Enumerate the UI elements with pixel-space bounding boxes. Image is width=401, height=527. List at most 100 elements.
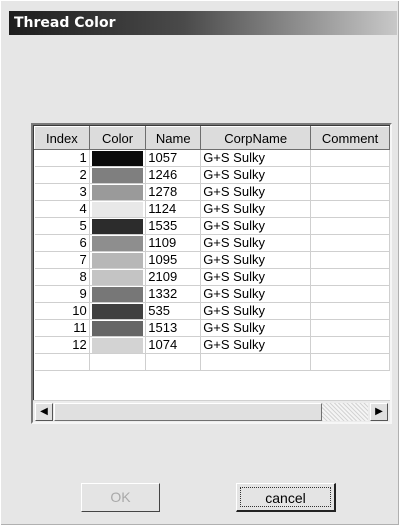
cell-color[interactable] [89,149,147,167]
cell-comment[interactable] [310,268,390,286]
cell-corpname[interactable]: G+S Sulky [200,217,312,235]
table-row[interactable]: 10 535 G+S Sulky [34,302,390,320]
table-row[interactable]: 6 1109 G+S Sulky [34,234,390,252]
cell-index[interactable]: 7 [34,251,90,269]
empty-cell [310,353,390,371]
column-header-comment[interactable]: Comment [310,126,390,150]
cell-index[interactable]: 5 [34,217,90,235]
cell-color[interactable] [89,285,147,303]
table-row[interactable]: 8 2109 G+S Sulky [34,268,390,286]
thread-color-grid[interactable]: Index Color Name CorpName Comment 1 1057 G… [31,123,392,424]
cell-corpname[interactable]: G+S Sulky [200,149,312,167]
cell-name[interactable]: 1074 [145,336,202,354]
cell-index[interactable]: 11 [34,319,90,337]
cell-index[interactable]: 3 [34,183,90,201]
cell-comment[interactable] [310,217,390,235]
color-swatch [91,150,144,166]
arrow-left-icon: ◀ [40,406,48,417]
cell-comment[interactable] [310,149,390,167]
cell-name[interactable]: 1057 [145,149,202,167]
cell-index[interactable]: 8 [34,268,90,286]
cell-comment[interactable] [310,336,390,354]
table-row[interactable]: 7 1095 G+S Sulky [34,251,390,269]
column-header-color[interactable]: Color [88,126,147,150]
cell-color[interactable] [89,336,147,354]
cell-name[interactable]: 1535 [145,217,202,235]
cell-color[interactable] [89,302,147,320]
cell-corpname[interactable]: G+S Sulky [200,183,312,201]
cell-name[interactable]: 1246 [145,166,202,184]
cancel-button[interactable]: cancel [236,483,336,512]
cell-name[interactable]: 1109 [145,234,202,252]
cell-corpname[interactable]: G+S Sulky [200,336,312,354]
column-header-index[interactable]: Index [34,126,90,150]
table-row[interactable]: 9 1332 G+S Sulky [34,285,390,303]
color-swatch [91,167,144,183]
cell-corpname[interactable]: G+S Sulky [200,166,312,184]
table-header-row: Index Color Name CorpName Comment [34,126,390,150]
cell-color[interactable] [89,268,147,286]
column-header-corpname[interactable]: CorpName [200,126,312,150]
cell-color[interactable] [89,251,147,269]
cell-name[interactable]: 1124 [145,200,202,218]
cell-comment[interactable] [310,285,390,303]
cell-index[interactable]: 4 [34,200,90,218]
cell-corpname[interactable]: G+S Sulky [200,319,312,337]
cell-index[interactable]: 1 [34,149,90,167]
cell-name[interactable]: 1513 [145,319,202,337]
cell-comment[interactable] [310,234,390,252]
table-row[interactable]: 12 1074 G+S Sulky [34,336,390,354]
empty-row [34,353,390,371]
color-swatch [91,201,144,217]
cell-name[interactable]: 1332 [145,285,202,303]
horizontal-scrollbar[interactable]: ◀ ▶ [33,400,390,422]
cell-corpname[interactable]: G+S Sulky [200,234,312,252]
cell-color[interactable] [89,183,147,201]
cell-corpname[interactable]: G+S Sulky [200,200,312,218]
scroll-left-button[interactable]: ◀ [35,403,53,421]
table-row[interactable]: 2 1246 G+S Sulky [34,166,390,184]
column-header-name[interactable]: Name [145,126,202,150]
color-swatch [91,320,144,336]
cell-index[interactable]: 6 [34,234,90,252]
table-row[interactable]: 5 1535 G+S Sulky [34,217,390,235]
color-swatch [91,337,144,353]
cell-name[interactable]: 535 [145,302,202,320]
cell-index[interactable]: 10 [34,302,90,320]
cell-comment[interactable] [310,183,390,201]
cell-corpname[interactable]: G+S Sulky [200,268,312,286]
color-swatch [91,235,144,251]
cell-color[interactable] [89,319,147,337]
scroll-right-button[interactable]: ▶ [370,403,388,421]
table-row[interactable]: 4 1124 G+S Sulky [34,200,390,218]
cell-index[interactable]: 9 [34,285,90,303]
cell-corpname[interactable]: G+S Sulky [200,285,312,303]
empty-cell [34,353,90,371]
cancel-button-label: cancel [240,487,331,507]
cell-index[interactable]: 12 [34,336,90,354]
table-row[interactable]: 3 1278 G+S Sulky [34,183,390,201]
table-row[interactable]: 11 1513 G+S Sulky [34,319,390,337]
cell-comment[interactable] [310,200,390,218]
cell-index[interactable]: 2 [34,166,90,184]
cell-color[interactable] [89,200,147,218]
ok-button[interactable]: OK [81,483,160,512]
cell-name[interactable]: 1278 [145,183,202,201]
cell-comment[interactable] [310,251,390,269]
scroll-track[interactable] [322,403,368,421]
cell-comment[interactable] [310,166,390,184]
cell-color[interactable] [89,166,147,184]
color-swatch [91,286,144,302]
cell-comment[interactable] [310,302,390,320]
cell-name[interactable]: 2109 [145,268,202,286]
scroll-thumb[interactable] [54,403,322,421]
cell-corpname[interactable]: G+S Sulky [200,251,312,269]
cell-corpname[interactable]: G+S Sulky [200,302,312,320]
cell-comment[interactable] [310,319,390,337]
table-row[interactable]: 1 1057 G+S Sulky [34,149,390,167]
cell-color[interactable] [89,234,147,252]
thread-color-table: Index Color Name CorpName Comment 1 1057 G… [34,126,390,371]
cell-color[interactable] [89,217,147,235]
cell-name[interactable]: 1095 [145,251,202,269]
color-swatch [91,218,144,234]
